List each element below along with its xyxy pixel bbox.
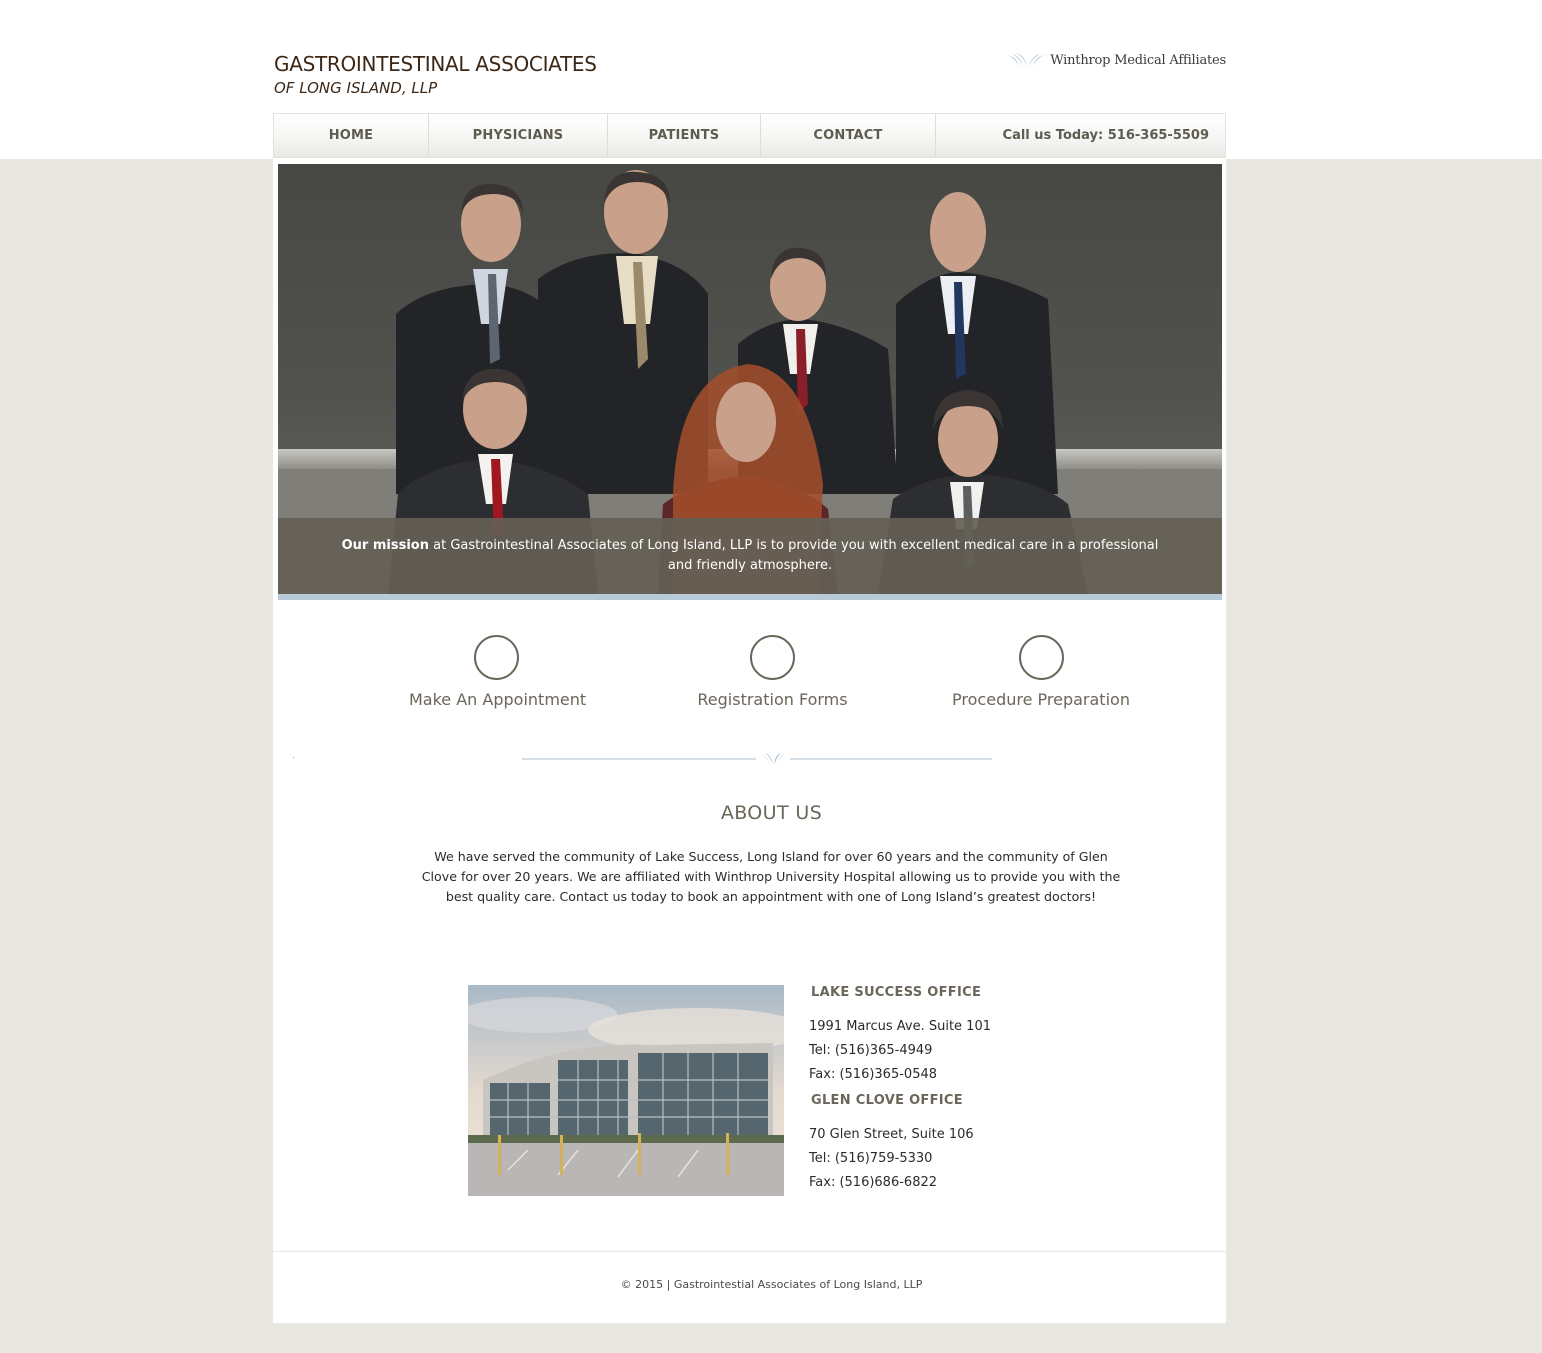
quick-link-label: Registration Forms bbox=[697, 690, 848, 709]
main-panel: Our mission at Gastrointestinal Associat… bbox=[273, 159, 1226, 1323]
glen-clove-office-title: GLEN CLOVE OFFICE bbox=[811, 1093, 963, 1108]
nav-patients[interactable]: PATIENTS bbox=[608, 114, 761, 157]
lake-success-fax: Fax: (516)365-0548 bbox=[809, 1067, 938, 1082]
lake-success-address: 1991 Marcus Ave. Suite 101 bbox=[809, 1019, 991, 1034]
office-locations: LAKE SUCCESS OFFICE 1991 Marcus Ave. Sui… bbox=[809, 985, 1189, 1195]
procedure-preparation-link[interactable]: Procedure Preparation bbox=[946, 635, 1136, 709]
make-appointment-link[interactable]: Make An Appointment bbox=[409, 635, 587, 709]
about-heading: ABOUT US bbox=[720, 802, 823, 824]
quick-links: Make An Appointment Registration Forms P… bbox=[273, 635, 1226, 725]
registration-forms-link[interactable]: Registration Forms bbox=[685, 635, 860, 709]
mission-text: at Gastrointestinal Associates of Long I… bbox=[428, 538, 1159, 573]
footer-divider bbox=[273, 1251, 1226, 1252]
logo-title: GASTROINTESTINAL ASSOCIATES bbox=[274, 52, 597, 76]
office-building-photo bbox=[468, 985, 784, 1196]
logo-subtitle: OF LONG ISLAND, LLP bbox=[274, 79, 438, 97]
nav-phone-number[interactable]: Call us Today: 516-365-5509 bbox=[936, 114, 1225, 157]
quick-link-label: Make An Appointment bbox=[409, 690, 587, 709]
appointment-circle-icon bbox=[474, 635, 519, 680]
nav-home[interactable]: HOME bbox=[274, 114, 429, 157]
affiliate-name: Winthrop Medical Affiliates bbox=[1050, 52, 1226, 68]
mission-bold: Our mission bbox=[341, 538, 429, 553]
glen-clove-address: 70 Glen Street, Suite 106 bbox=[809, 1127, 974, 1142]
office-building-illustration bbox=[468, 985, 784, 1196]
footer-copyright: © 2015 | Gastrointestial Associates of L… bbox=[620, 1278, 923, 1291]
mission-banner: Our mission at Gastrointestinal Associat… bbox=[278, 518, 1222, 594]
glen-clove-phone[interactable]: Tel: (516)759-5330 bbox=[809, 1147, 1189, 1171]
affiliate-logo[interactable]: Winthrop Medical Affiliates bbox=[1006, 52, 1226, 68]
nav-physicians[interactable]: PHYSICIANS bbox=[429, 114, 608, 157]
site-logo[interactable]: GASTROINTESTINAL ASSOCIATES OF LONG ISLA… bbox=[274, 52, 597, 98]
forms-circle-icon bbox=[750, 635, 795, 680]
section-divider bbox=[522, 753, 992, 765]
stray-dot bbox=[293, 757, 294, 758]
preparation-circle-icon bbox=[1018, 635, 1064, 680]
quick-link-label: Procedure Preparation bbox=[952, 690, 1130, 709]
about-paragraph: We have served the community of Lake Suc… bbox=[421, 849, 1121, 904]
glen-clove-fax: Fax: (516)686-6822 bbox=[809, 1175, 938, 1190]
hero-team-photo: Our mission at Gastrointestinal Associat… bbox=[278, 164, 1222, 594]
lake-success-office-title: LAKE SUCCESS OFFICE bbox=[811, 985, 982, 1000]
lake-success-phone[interactable]: Tel: (516)365-4949 bbox=[809, 1039, 1189, 1063]
winthrop-wing-icon bbox=[1008, 53, 1045, 66]
hero-accent-stripe bbox=[278, 594, 1222, 600]
main-navigation: HOME PHYSICIANS PATIENTS CONTACT Call us… bbox=[273, 113, 1226, 158]
nav-contact[interactable]: CONTACT bbox=[761, 114, 936, 157]
mission-statement: Our mission at Gastrointestinal Associat… bbox=[338, 536, 1162, 576]
